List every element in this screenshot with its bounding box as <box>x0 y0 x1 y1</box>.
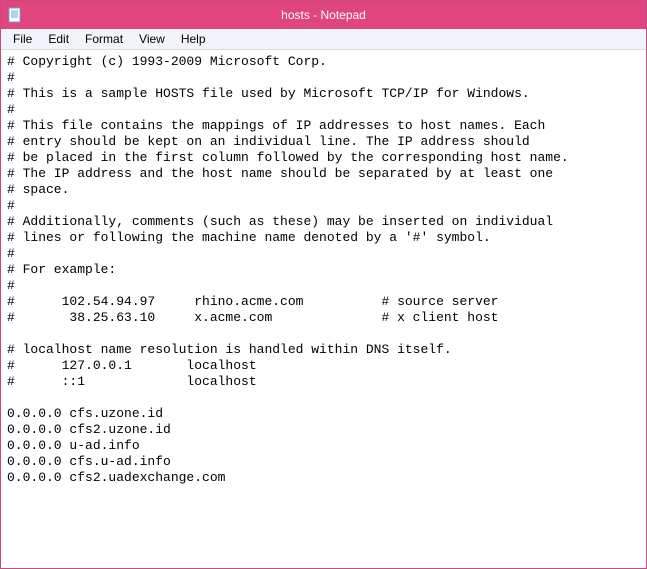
text-editor-area[interactable]: # Copyright (c) 1993-2009 Microsoft Corp… <box>1 50 646 568</box>
menu-edit[interactable]: Edit <box>40 30 77 48</box>
menubar: File Edit Format View Help <box>1 29 646 50</box>
notepad-icon <box>7 7 23 23</box>
menu-format[interactable]: Format <box>77 30 131 48</box>
menu-file[interactable]: File <box>5 30 40 48</box>
notepad-window: hosts - Notepad File Edit Format View He… <box>0 0 647 569</box>
menu-view[interactable]: View <box>131 30 173 48</box>
window-title: hosts - Notepad <box>281 8 366 22</box>
menu-help[interactable]: Help <box>173 30 214 48</box>
titlebar[interactable]: hosts - Notepad <box>1 1 646 29</box>
